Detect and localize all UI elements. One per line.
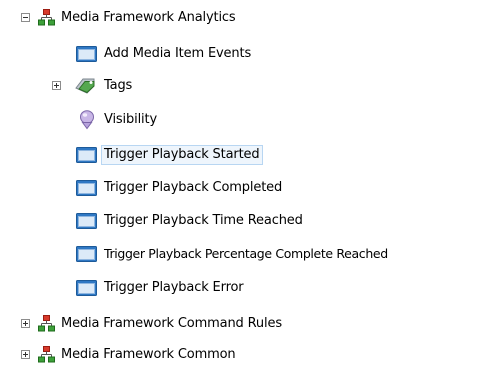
tree-node-media-framework-common[interactable]: Media Framework Common (0, 343, 480, 367)
rules-hierarchy-icon (38, 346, 55, 363)
tree-node-visibility[interactable]: Visibility (0, 108, 480, 132)
tree-node-media-framework-command-rules[interactable]: Media Framework Command Rules (0, 312, 480, 336)
tree-node-label: Trigger Playback Completed (104, 180, 283, 195)
shield-icon (80, 110, 94, 130)
window-icon (76, 180, 97, 196)
tree-node-label: Visibility (104, 112, 157, 127)
tree-node-trigger-playback-time-reached[interactable]: Trigger Playback Time Reached (0, 209, 480, 233)
tree-node-trigger-playback-completed[interactable]: Trigger Playback Completed (0, 176, 480, 200)
tree-node-media-framework-analytics[interactable]: Media Framework Analytics (0, 6, 480, 30)
tree-node-label: Media Framework Common (61, 347, 236, 362)
tree-node-label: Trigger Playback Error (104, 280, 244, 295)
tree-node-label: Trigger Playback Time Reached (104, 213, 303, 228)
expand-icon[interactable] (21, 319, 30, 328)
window-icon (76, 147, 97, 163)
window-icon (76, 213, 97, 229)
tree-node-trigger-playback-error[interactable]: Trigger Playback Error (0, 276, 480, 300)
tree-node-tags[interactable]: Tags (0, 74, 480, 98)
tree-node-label: Media Framework Analytics (61, 10, 236, 25)
window-icon (76, 46, 97, 62)
tag-icon (75, 78, 95, 94)
tree-node-add-media-item-events[interactable]: Add Media Item Events (0, 42, 480, 66)
expand-icon[interactable] (52, 81, 61, 90)
window-icon (76, 246, 97, 262)
rules-hierarchy-icon (38, 315, 55, 332)
tree-node-label: Trigger Playback Started (101, 145, 263, 165)
tree-node-label: Tags (104, 78, 133, 93)
tree-node-label: Add Media Item Events (104, 46, 252, 61)
tree-node-trigger-playback-started[interactable]: Trigger Playback Started (0, 143, 480, 167)
expand-icon[interactable] (21, 350, 30, 359)
collapse-icon[interactable] (21, 13, 30, 22)
window-icon (76, 280, 97, 296)
rules-hierarchy-icon (38, 9, 55, 26)
tree-node-label: Media Framework Command Rules (61, 316, 282, 331)
tree-node-label: Trigger Playback Percentage Complete Rea… (104, 246, 388, 261)
tree-view: Media Framework Analytics Add Media Item… (0, 0, 480, 366)
tree-node-trigger-playback-percentage-complete-reached[interactable]: Trigger Playback Percentage Complete Rea… (0, 242, 480, 266)
